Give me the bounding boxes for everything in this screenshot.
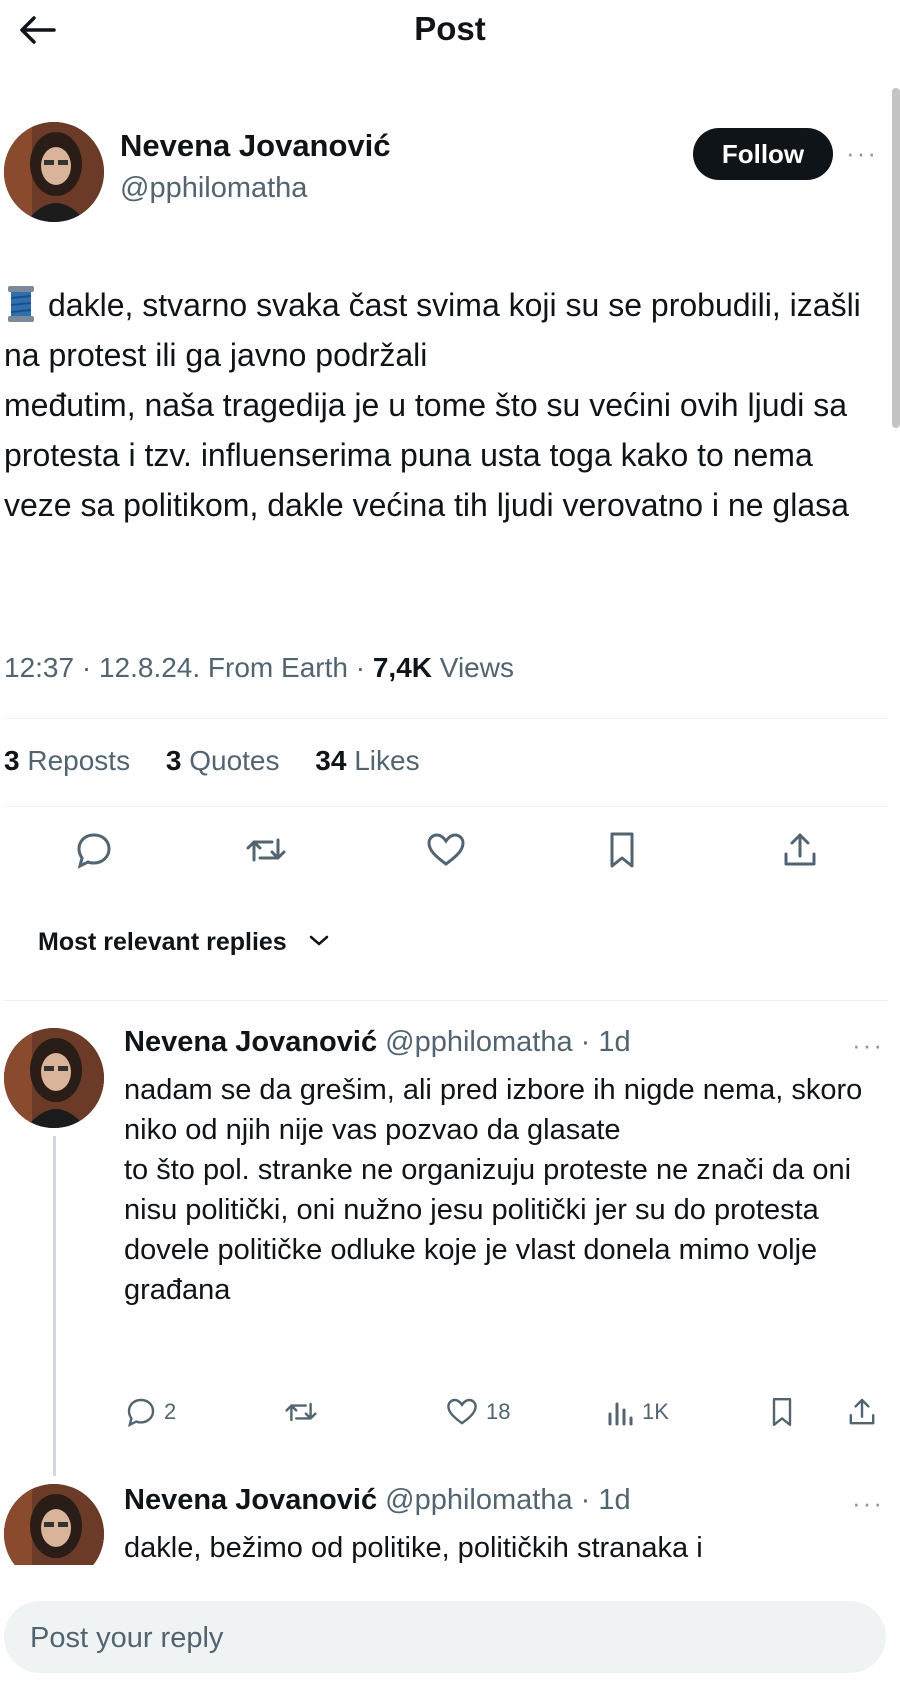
like-count: 18 (486, 1399, 511, 1424)
reply-button[interactable] (64, 820, 124, 880)
reply-count: 2 (164, 1399, 177, 1424)
bookmark-icon (772, 1398, 792, 1426)
share-button[interactable] (770, 820, 830, 880)
engagement-stats: 3 Reposts 3 Quotes 34 Likes (4, 745, 448, 777)
reply-composer (4, 1601, 886, 1675)
more-options-icon[interactable]: ··· (852, 1488, 884, 1519)
reply-views-button[interactable]: 1K (606, 1396, 669, 1428)
view-count: 1K (642, 1399, 669, 1424)
reply-body: nadam se da grešim, ali pred izbore ih n… (124, 1070, 884, 1310)
repost-icon (285, 1402, 317, 1422)
bookmark-button[interactable] (592, 820, 652, 880)
reply-time[interactable]: · 1d (581, 1026, 631, 1058)
post-paragraph: dakle, stvarno svaka čast svima koji su … (4, 280, 884, 380)
avatar-photo-icon (4, 122, 104, 222)
follow-button[interactable]: Follow (693, 128, 833, 180)
divider (4, 806, 888, 807)
reply-header: Nevena Jovanović @pphilomatha · 1d (124, 1026, 631, 1059)
reply-like-button[interactable]: 18 (444, 1396, 510, 1428)
divider (4, 1000, 888, 1001)
thread-connector-line (53, 1136, 56, 1476)
author-name[interactable]: Nevena Jovanović (120, 128, 391, 164)
like-button[interactable] (416, 820, 476, 880)
post-timestamp[interactable]: 12:37 · 12.8.24. From Earth · (4, 652, 373, 683)
avatar[interactable] (4, 1028, 104, 1128)
share-icon (849, 1398, 875, 1425)
post-body: dakle, stvarno svaka čast svima koji su … (4, 280, 884, 530)
repost-button[interactable] (236, 820, 296, 880)
composer-backdrop (0, 1565, 900, 1595)
more-options-icon[interactable]: ··· (846, 138, 878, 169)
repost-icon (246, 838, 286, 862)
author-handle[interactable]: @pphilomatha (120, 172, 307, 205)
more-options-icon[interactable]: ··· (852, 1030, 884, 1061)
share-icon (784, 833, 816, 866)
reply-header: Nevena Jovanović @pphilomatha · 1d (124, 1484, 631, 1517)
page-title: Post (414, 10, 486, 47)
analytics-icon (608, 1402, 633, 1426)
heart-icon (427, 833, 465, 866)
reply-icon (127, 1398, 155, 1428)
views-label: Views (432, 652, 514, 683)
quotes-stat[interactable]: 3 Quotes (166, 745, 294, 776)
reply-author-name[interactable]: Nevena Jovanović (124, 1484, 377, 1516)
reply-author-handle[interactable]: @pphilomatha (385, 1026, 572, 1058)
post-meta: 12:37 · 12.8.24. From Earth · 7,4K Views (4, 652, 514, 684)
post-line: dakle, stvarno svaka čast svima koji su … (4, 287, 861, 373)
thread-spool-icon (4, 284, 38, 324)
reply-paragraph: dakle, bežimo od politike, političkih st… (124, 1532, 703, 1564)
post-action-bar (0, 820, 900, 900)
scrollbar[interactable] (892, 88, 900, 428)
likes-stat[interactable]: 34 Likes (315, 745, 433, 776)
avatar-photo-icon (4, 1028, 104, 1128)
bookmark-icon (610, 832, 634, 868)
reposts-stat[interactable]: 3 Reposts (4, 745, 144, 776)
reply-body: dakle, bežimo od politike, političkih st… (124, 1528, 884, 1568)
reply-author-name[interactable]: Nevena Jovanović (124, 1026, 377, 1058)
reply-bookmark-button[interactable] (768, 1396, 796, 1428)
reply-paragraph: nadam se da grešim, ali pred izbore ih n… (124, 1074, 863, 1146)
reply-author-handle[interactable]: @pphilomatha (385, 1484, 572, 1516)
reply-reply-button[interactable]: 2 (124, 1396, 176, 1428)
heart-icon (447, 1398, 477, 1425)
post-paragraph: međutim, naša tragedija je u tome što su… (4, 387, 849, 523)
chevron-down-icon (309, 935, 328, 946)
sort-label: Most relevant replies (38, 928, 287, 956)
reply-icon (77, 833, 111, 869)
reply-repost-button[interactable] (282, 1396, 326, 1428)
avatar[interactable] (4, 122, 104, 222)
reply-paragraph: to što pol. stranke ne organizuju protes… (124, 1154, 852, 1306)
divider (4, 718, 888, 719)
top-bar: Post (0, 0, 900, 60)
views-count: 7,4K (372, 652, 432, 683)
reply-share-button[interactable] (846, 1396, 878, 1428)
reply-input[interactable] (4, 1601, 832, 1675)
replies-sort-dropdown[interactable]: Most relevant replies (38, 928, 330, 957)
reply-time[interactable]: · 1d (581, 1484, 631, 1516)
